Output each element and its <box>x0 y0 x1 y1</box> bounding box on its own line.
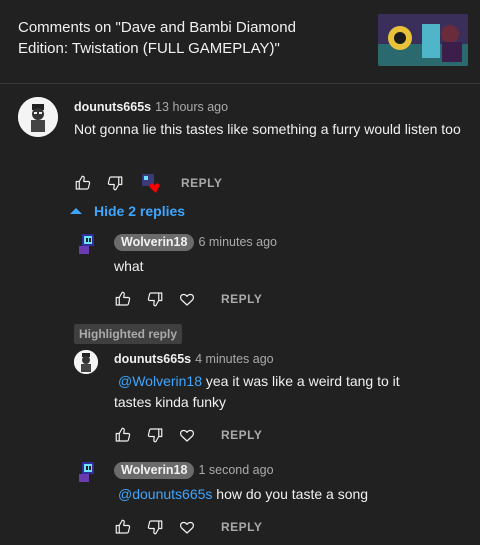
reply-mention[interactable]: @dounuts665s <box>118 486 212 502</box>
reply-button[interactable]: REPLY <box>181 176 222 190</box>
avatar[interactable] <box>74 460 98 484</box>
comments-header: Comments on "Dave and Bambi Diamond Edit… <box>0 0 480 84</box>
comment-author[interactable]: dounuts665s <box>74 100 151 114</box>
dislike-icon[interactable] <box>146 518 164 536</box>
dislike-icon[interactable] <box>146 426 164 444</box>
avatar[interactable] <box>74 350 98 374</box>
reply-meta: dounuts665s 4 minutes ago <box>114 352 274 366</box>
like-icon[interactable] <box>114 426 132 444</box>
comment-meta: dounuts665s 13 hours ago <box>74 100 228 114</box>
reply-author[interactable]: dounuts665s <box>114 352 191 366</box>
reply-text: how do you taste a song <box>216 486 369 502</box>
chevron-up-icon <box>70 208 82 214</box>
avatar[interactable] <box>18 97 58 137</box>
reply-time[interactable]: 1 second ago <box>198 463 273 477</box>
reply-time[interactable]: 4 minutes ago <box>195 352 274 366</box>
reply-meta: Wolverin18 6 minutes ago <box>114 234 277 251</box>
reply-text: what <box>114 258 144 274</box>
comment-actions: REPLY <box>74 174 374 194</box>
like-icon[interactable] <box>114 290 132 308</box>
highlighted-reply-badge: Highlighted reply <box>74 324 183 344</box>
dislike-icon[interactable] <box>106 174 124 192</box>
reply-actions: REPLY <box>114 426 414 446</box>
video-thumbnail[interactable] <box>378 14 468 66</box>
like-icon[interactable] <box>74 174 92 192</box>
comment-text: Not gonna lie this tastes like something… <box>74 121 461 137</box>
reply-meta: Wolverin18 1 second ago <box>114 462 274 479</box>
hide-replies-button[interactable]: Hide 2 replies <box>70 203 185 219</box>
reply-mention[interactable]: @Wolverin18 <box>118 373 202 389</box>
reply-author[interactable]: Wolverin18 <box>114 234 195 251</box>
reply-actions: REPLY <box>114 290 414 310</box>
like-icon[interactable] <box>114 518 132 536</box>
dislike-icon[interactable] <box>146 290 164 308</box>
reply-text-block: @dounuts665s how do you taste a song <box>114 484 444 505</box>
hide-replies-label: Hide 2 replies <box>94 203 186 219</box>
heart-icon[interactable] <box>178 426 196 444</box>
avatar[interactable] <box>74 232 98 256</box>
reply-actions: REPLY <box>114 518 414 538</box>
heart-icon[interactable] <box>178 290 196 308</box>
comment-time[interactable]: 13 hours ago <box>155 100 228 114</box>
creator-heart-icon <box>142 174 160 193</box>
reply-button[interactable]: REPLY <box>221 292 262 306</box>
reply-text-block: @Wolverin18 yea it was like a weird tang… <box>114 371 414 413</box>
comments-title: Comments on "Dave and Bambi Diamond Edit… <box>18 19 296 57</box>
reply-button[interactable]: REPLY <box>221 520 262 534</box>
reply-button[interactable]: REPLY <box>221 428 262 442</box>
heart-icon[interactable] <box>178 518 196 536</box>
reply-author[interactable]: Wolverin18 <box>114 462 195 479</box>
reply-time[interactable]: 6 minutes ago <box>198 235 277 249</box>
